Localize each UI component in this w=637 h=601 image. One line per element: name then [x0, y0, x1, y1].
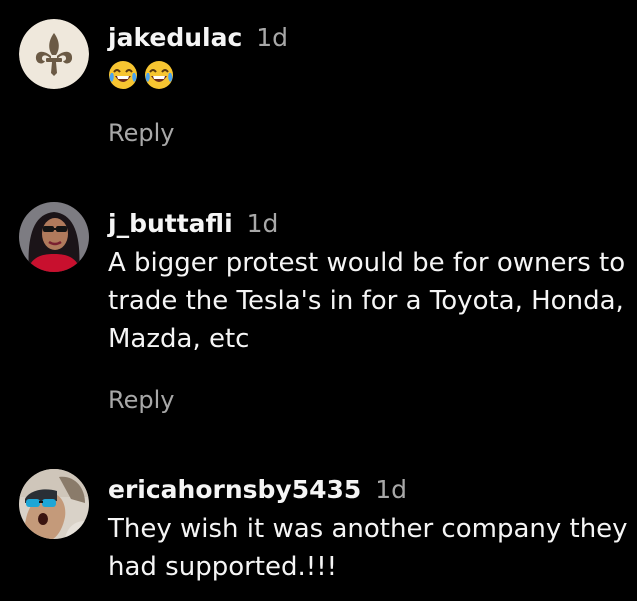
comment-text: [108, 60, 629, 90]
comment-item: ericahornsby5435 1d They wish it was ano…: [0, 455, 637, 601]
fleur-de-lis-icon: [19, 19, 89, 89]
username[interactable]: j_buttafli: [108, 209, 233, 238]
timestamp: 1d: [375, 475, 408, 504]
user-photo-avatar-icon: [19, 469, 89, 539]
user-photo-avatar-icon: [19, 202, 89, 272]
username[interactable]: ericahornsby5435: [108, 475, 361, 504]
timestamp: 1d: [246, 209, 279, 238]
timestamp: 1d: [256, 23, 289, 52]
comment-text: A bigger protest would be for owners to …: [108, 248, 626, 354]
avatar[interactable]: [19, 202, 89, 272]
comment-item: jakedulac 1d Reply: [0, 0, 637, 170]
laughing-emoji-icon: [145, 61, 173, 89]
avatar[interactable]: [19, 19, 89, 89]
comment-meta: j_buttafli 1d: [108, 208, 629, 240]
avatar[interactable]: [19, 469, 89, 539]
comment-meta: jakedulac 1d: [108, 22, 629, 54]
comment-item: j_buttafli 1d A bigger protest would be …: [0, 190, 637, 430]
laughing-emoji-icon: [109, 61, 137, 89]
username[interactable]: jakedulac: [108, 23, 242, 52]
comment-meta: ericahornsby5435 1d: [108, 474, 629, 506]
reply-button[interactable]: Reply: [108, 385, 174, 415]
comment-text: They wish it was another company they ha…: [108, 514, 628, 582]
reply-button[interactable]: Reply: [108, 118, 174, 148]
